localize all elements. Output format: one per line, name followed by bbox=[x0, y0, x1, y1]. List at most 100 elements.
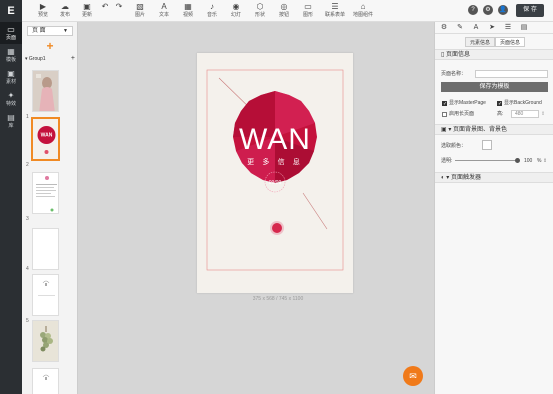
rail-item-pages[interactable]: ▭ 页面 bbox=[0, 22, 22, 44]
thumbnail-text bbox=[33, 173, 58, 213]
opacity-slider[interactable] bbox=[455, 158, 520, 163]
library-icon: ▤ bbox=[7, 113, 15, 122]
page-thumbnail-2[interactable]: WAN bbox=[32, 118, 59, 160]
video-icon: ▦ bbox=[184, 2, 192, 11]
user-icon[interactable]: 👤 bbox=[498, 5, 508, 15]
publish-button[interactable]: ☁ 发布 bbox=[54, 2, 76, 20]
redo-icon: ↷ bbox=[115, 2, 123, 11]
rail-item-effects[interactable]: ✦ 特效 bbox=[0, 88, 22, 110]
page-group-row[interactable]: ▾ Group1 + bbox=[25, 55, 75, 63]
page-thumbnail-5[interactable] bbox=[32, 274, 59, 316]
effect-icon: ✦ bbox=[7, 91, 15, 100]
thumbnail-photo bbox=[33, 71, 58, 111]
edit-pencil-icon[interactable]: ✎ bbox=[454, 23, 466, 33]
top-toolbar: ▶ 预览 ☁ 发布 ▣ 更新 ↶ ↷ ▧ 图片 A 文本 ▦ 视频 ♪ 音乐 ◉… bbox=[22, 0, 553, 22]
music-icon: ♪ bbox=[210, 2, 214, 11]
update-button[interactable]: ▣ 更新 bbox=[76, 2, 98, 20]
graphic-icon: ▭ bbox=[304, 2, 312, 11]
poster-subtitle: 更 多 信 息 bbox=[247, 157, 303, 166]
save-button[interactable]: 保 存 bbox=[516, 4, 544, 17]
settings-icon[interactable]: ⚙ bbox=[483, 5, 493, 15]
page-list-panel: 页 面 ▼ + ▾ Group1 + 1 WAN 2 3 4 5 bbox=[22, 22, 78, 394]
canvas-dimensions-label: 375 x 568 / 745 x 1100 bbox=[252, 296, 304, 302]
undo-icon: ↶ bbox=[101, 2, 109, 11]
insert-video-button[interactable]: ▦ 视频 bbox=[177, 2, 199, 20]
height-input[interactable]: 480 bbox=[511, 110, 539, 118]
redo-button[interactable]: ↷ bbox=[112, 2, 126, 20]
thumbnail-poster: WAN bbox=[33, 119, 58, 159]
insert-slideshow-button[interactable]: ◉ 幻灯 bbox=[225, 2, 247, 20]
add-page-button[interactable]: + bbox=[44, 40, 56, 52]
template-icon: ▦ bbox=[7, 47, 15, 56]
page-thumbnail-6[interactable] bbox=[32, 320, 59, 362]
font-icon[interactable]: A bbox=[470, 23, 482, 33]
insert-shape-button[interactable]: ⬡ 形状 bbox=[249, 2, 271, 20]
insert-form-button[interactable]: ☰ 联系表单 bbox=[322, 2, 348, 20]
left-nav-rail: E ▭ 页面 ▦ 模板 ▣ 素材 ✦ 特效 ▤ 库 bbox=[0, 0, 22, 394]
help-icon[interactable]: ? bbox=[468, 5, 478, 15]
thumbnail-blank bbox=[33, 229, 58, 269]
page-canvas[interactable]: WAN 更 多 信 息 09/09 bbox=[197, 53, 353, 293]
editor-canvas[interactable]: WAN 更 多 信 息 09/09 375 x 568 / 745 x 1100… bbox=[78, 22, 434, 394]
background-section-header[interactable]: ▣ ▾ 页面背景图、背景色 bbox=[435, 124, 553, 135]
insert-image-button[interactable]: ▧ 图片 bbox=[129, 2, 151, 20]
undo-button[interactable]: ↶ bbox=[98, 2, 112, 20]
opacity-value[interactable]: 100 bbox=[524, 157, 532, 165]
image-icon: ▣ ▾ bbox=[441, 127, 454, 133]
page-thumbnail-7[interactable] bbox=[32, 368, 59, 394]
show-background-checkbox[interactable]: ✓ bbox=[497, 101, 502, 107]
group-label: Group1 bbox=[28, 56, 46, 62]
publish-icon: ☁ bbox=[61, 2, 69, 11]
opacity-stepper-icon[interactable]: ⇕ bbox=[543, 157, 547, 165]
thumbnail-sketch bbox=[33, 275, 58, 315]
long-page-checkbox[interactable] bbox=[442, 112, 447, 117]
settings-gear-icon[interactable]: ⚙ bbox=[438, 23, 450, 33]
opacity-label: 透明: bbox=[441, 158, 453, 164]
poster-date: 09/09 bbox=[269, 180, 282, 186]
inspector-toolbar: ⚙ ✎ A ➤ ☰ ▤ bbox=[435, 22, 553, 34]
choose-color-label: 选取颜色： bbox=[441, 143, 467, 149]
update-icon: ▣ bbox=[83, 2, 91, 11]
opacity-slider-knob[interactable] bbox=[514, 158, 520, 163]
slideshow-icon: ◉ bbox=[232, 2, 240, 11]
insert-button-button[interactable]: ◎ 按钮 bbox=[273, 2, 295, 20]
save-as-template-button[interactable]: 保存为模板 bbox=[441, 82, 548, 92]
list-icon[interactable]: ☰ bbox=[502, 23, 514, 33]
thumbnail-sketch-2 bbox=[33, 369, 58, 394]
page-name-label: 页面名称： bbox=[441, 71, 467, 77]
material-icon: ▣ bbox=[7, 69, 15, 78]
preview-button[interactable]: ▶ 预览 bbox=[32, 2, 54, 20]
page-type-select[interactable]: 页 面 ▼ bbox=[27, 26, 73, 36]
bottom-dot bbox=[272, 223, 282, 233]
color-picker-swatch[interactable] bbox=[482, 140, 492, 150]
trigger-section-header[interactable]: ◐ ▾ 页面触发器 bbox=[435, 172, 553, 183]
page-thumbnail-4[interactable] bbox=[32, 228, 59, 270]
page-name-input[interactable] bbox=[475, 70, 548, 78]
insert-music-button[interactable]: ♪ 音乐 bbox=[201, 2, 223, 20]
insert-graphic-button[interactable]: ▭ 图形 bbox=[297, 2, 319, 20]
diagonal-line-bottom bbox=[302, 192, 328, 230]
page-thumbnail-3[interactable] bbox=[32, 172, 59, 214]
tab-page-info[interactable]: 页面信息 bbox=[495, 37, 525, 47]
text-icon: A bbox=[161, 2, 167, 11]
rail-item-library[interactable]: ▤ 库 bbox=[0, 110, 22, 132]
rail-item-templates[interactable]: ▦ 模板 bbox=[0, 44, 22, 66]
height-label: 高: bbox=[497, 111, 504, 117]
send-icon[interactable]: ➤ bbox=[486, 23, 498, 33]
preview-icon: ▶ bbox=[39, 2, 47, 11]
add-group-page-icon[interactable]: + bbox=[71, 55, 75, 63]
layers-icon[interactable]: ▤ bbox=[518, 23, 530, 33]
thumbnail-grapes bbox=[33, 321, 58, 361]
rail-item-materials[interactable]: ▣ 素材 bbox=[0, 66, 22, 88]
inspector-panel: ⚙ ✎ A ➤ ☰ ▤ 元素信息 页面信息 ▯ 页面信息 页面名称： 保存为模板… bbox=[434, 22, 553, 394]
insert-text-button[interactable]: A 文本 bbox=[153, 2, 175, 20]
show-masterpage-checkbox[interactable]: ✓ bbox=[442, 101, 447, 107]
opacity-unit: % bbox=[537, 158, 542, 164]
insert-map-button[interactable]: ⌂ 地图组件 bbox=[350, 2, 376, 20]
poster-title: WAN bbox=[239, 123, 311, 156]
page-thumbnail-1[interactable] bbox=[32, 70, 59, 112]
trigger-icon: ◐ ▾ bbox=[441, 175, 451, 181]
chat-icon[interactable]: ✉ bbox=[403, 366, 423, 386]
height-stepper-icon[interactable]: ⇕ bbox=[541, 110, 545, 118]
tab-element-info[interactable]: 元素信息 bbox=[465, 37, 495, 47]
